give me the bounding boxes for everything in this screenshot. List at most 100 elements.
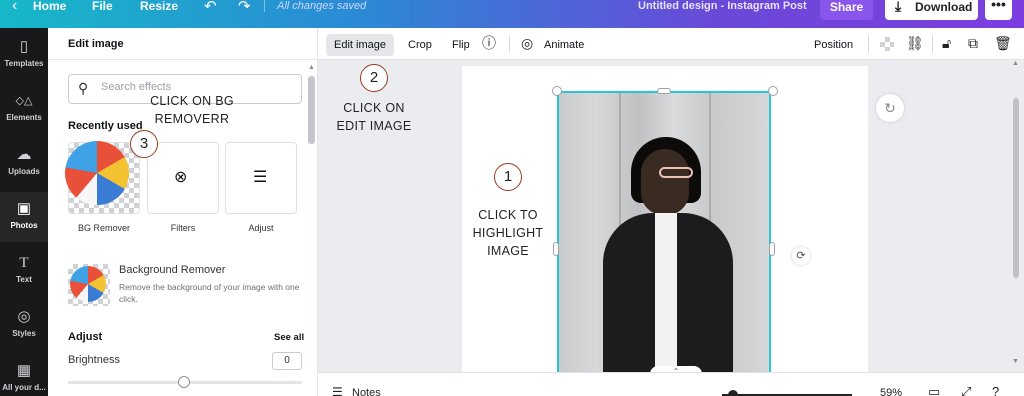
scrollbar-thumb[interactable] bbox=[1013, 98, 1019, 278]
palette-icon: ◎ bbox=[17, 308, 31, 325]
rail-item-uploads[interactable]: ☁ Uploads bbox=[0, 138, 48, 188]
top-bar: ‹ Home File Resize ↶ ↷ All changes saved… bbox=[0, 0, 1024, 28]
info-icon[interactable]: ⓘ bbox=[482, 34, 496, 52]
annotation-step3-number: 3 bbox=[130, 130, 158, 158]
photo-icon: ▣ bbox=[16, 200, 32, 217]
duplicate-icon[interactable]: ⧉ bbox=[968, 34, 978, 52]
filters-icon: ⊗ bbox=[174, 169, 188, 186]
filters-card[interactable]: ⊗ bbox=[147, 142, 219, 214]
brightness-value-input[interactable]: 0 bbox=[272, 352, 302, 370]
crop-button[interactable]: Crop bbox=[400, 34, 440, 56]
background-remover-item[interactable]: Background Remover Remove the background… bbox=[68, 264, 308, 312]
rail-item-templates[interactable]: ▯ Templates bbox=[0, 30, 48, 80]
elements-icon: ◇△ bbox=[15, 95, 33, 107]
rail-item-elements[interactable]: ◇△ Elements bbox=[0, 84, 48, 134]
rail-item-styles[interactable]: ◎ Styles bbox=[0, 300, 48, 350]
divider bbox=[868, 36, 869, 52]
card-label: Adjust bbox=[248, 223, 274, 233]
resize-handle-top-right[interactable] bbox=[768, 86, 778, 96]
annotation-step1-number: 1 bbox=[494, 163, 522, 191]
brightness-label: Brightness bbox=[68, 354, 120, 366]
selected-photo[interactable] bbox=[557, 91, 771, 372]
bg-remover-card[interactable] bbox=[65, 141, 140, 214]
see-all-link[interactable]: See all bbox=[274, 332, 304, 343]
undo-icon[interactable]: ↶ bbox=[204, 0, 217, 15]
rail-item-label: Templates bbox=[4, 59, 44, 68]
design-title[interactable]: Untitled design - Instagram Post bbox=[638, 0, 807, 12]
rail-item-label: Text bbox=[16, 275, 32, 284]
notes-button[interactable]: Notes bbox=[352, 387, 381, 396]
card-label: BG Remover bbox=[77, 223, 130, 233]
rail-item-label: Styles bbox=[12, 329, 36, 338]
card-label: Filters bbox=[170, 223, 196, 233]
annotation-step2-text: CLICK ON EDIT IMAGE bbox=[336, 101, 412, 133]
panel-title: Edit image bbox=[68, 38, 124, 50]
page-count-icon[interactable]: ▭ bbox=[928, 384, 940, 396]
resize-handle-right[interactable] bbox=[769, 242, 775, 256]
canvas-scrollbar[interactable]: ▲ ▼ bbox=[1010, 60, 1022, 370]
rail-item-label: Uploads bbox=[8, 167, 40, 176]
scroll-down-icon[interactable]: ▼ bbox=[1012, 358, 1019, 365]
trash-icon[interactable]: 🗑︎ bbox=[994, 34, 1012, 52]
rail-item-photos[interactable]: ▣ Photos bbox=[0, 192, 48, 242]
download-button[interactable]: ⤓ Download bbox=[885, 0, 978, 20]
rotate-icon[interactable]: ⟳ bbox=[792, 247, 810, 265]
scrollbar-thumb[interactable] bbox=[308, 76, 315, 144]
redo-icon[interactable]: ↷ bbox=[238, 0, 251, 15]
resize-button[interactable]: Resize bbox=[140, 0, 178, 14]
save-status: All changes saved bbox=[277, 0, 367, 12]
transparency-icon[interactable] bbox=[880, 37, 894, 51]
bg-remover-thumbnail bbox=[68, 264, 110, 306]
file-menu[interactable]: File bbox=[92, 0, 113, 14]
refresh-icon[interactable]: ↻ bbox=[876, 94, 904, 122]
photo-shirt bbox=[655, 213, 677, 372]
rail-item-all-designs[interactable]: ▦ All your d... bbox=[0, 354, 48, 396]
notes-icon[interactable]: ☰ bbox=[332, 385, 343, 396]
edit-image-panel: Edit image ⚲ Recently used ⊗ ☰ BG Remove… bbox=[48, 28, 318, 396]
resize-handle-left[interactable] bbox=[553, 242, 559, 256]
photo-sunglasses bbox=[659, 167, 693, 178]
lock-icon[interactable]: 🔓︎ bbox=[942, 34, 951, 52]
zoom-slider-thumb[interactable] bbox=[728, 390, 738, 396]
grid-icon: ▦ bbox=[16, 362, 32, 379]
annotation-step2-number: 2 bbox=[360, 64, 388, 92]
help-icon[interactable]: ? bbox=[992, 384, 999, 396]
brightness-slider-thumb[interactable] bbox=[178, 376, 190, 388]
scroll-up-icon[interactable]: ▲ bbox=[308, 64, 315, 71]
bg-remover-description: Remove the background of your image with… bbox=[119, 282, 300, 304]
chevron-left-icon[interactable]: ‹ bbox=[12, 0, 17, 15]
resize-handle-top[interactable] bbox=[657, 88, 671, 94]
more-options-button[interactable]: ••• bbox=[985, 0, 1012, 20]
canvas-area: ⟳ ↻ 1 CLICK TO HIGHLIGHT IMAGE 2 CLICK O… bbox=[318, 60, 1024, 372]
sliders-icon: ☰ bbox=[253, 169, 268, 186]
panel-scrollbar[interactable]: ▲ bbox=[306, 64, 316, 394]
animate-button[interactable]: Animate bbox=[536, 34, 592, 56]
bottom-bar: ☰ Notes 59% ▭ ⤢ ? bbox=[318, 372, 1024, 396]
link-icon[interactable]: ⛓ bbox=[906, 34, 924, 52]
rail-item-text[interactable]: T Text bbox=[0, 246, 48, 296]
search-icon: ⚲ bbox=[78, 80, 89, 96]
download-icon: ⤓ bbox=[895, 0, 902, 14]
left-rail: ▯ Templates ◇△ Elements ☁ Uploads ▣ Phot… bbox=[0, 28, 48, 396]
scroll-up-icon[interactable]: ▲ bbox=[1012, 60, 1019, 67]
photo-face bbox=[641, 149, 689, 215]
flip-button[interactable]: Flip bbox=[444, 34, 478, 56]
adjust-heading: Adjust bbox=[68, 331, 103, 343]
share-button[interactable]: Share bbox=[820, 0, 873, 20]
zoom-level[interactable]: 59% bbox=[880, 387, 902, 396]
edit-image-button[interactable]: Edit image bbox=[326, 34, 394, 56]
divider bbox=[509, 36, 510, 52]
rail-item-label: All your d... bbox=[2, 383, 46, 392]
animate-icon[interactable]: ◎ bbox=[521, 34, 533, 52]
download-label: Download bbox=[915, 0, 973, 14]
position-button[interactable]: Position bbox=[806, 34, 861, 56]
beach-ball-image bbox=[65, 141, 129, 205]
adjust-card[interactable]: ☰ bbox=[225, 142, 297, 214]
rail-item-label: Photos bbox=[10, 221, 38, 230]
home-button[interactable]: Home bbox=[33, 0, 66, 14]
fullscreen-icon[interactable]: ⤢ bbox=[961, 384, 971, 396]
share-label: Share bbox=[829, 0, 864, 14]
beach-ball-image bbox=[70, 266, 106, 302]
divider bbox=[264, 0, 265, 12]
resize-handle-top-left[interactable] bbox=[552, 86, 562, 96]
